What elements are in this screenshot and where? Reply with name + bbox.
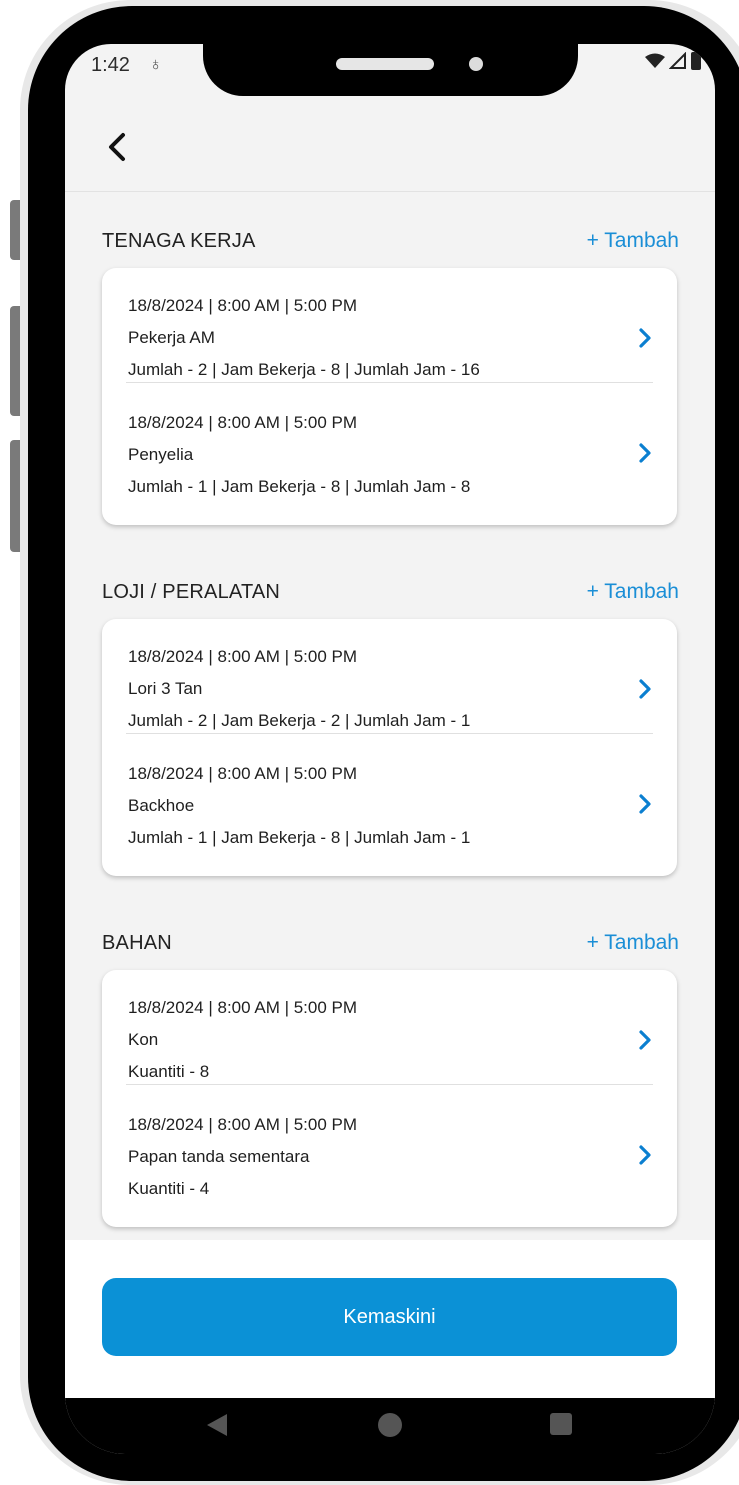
chevron-right-icon[interactable] — [635, 1145, 655, 1165]
item-name: Lori 3 Tan — [128, 679, 203, 698]
item-datetime: 18/8/2024 | 8:00 AM | 5:00 PM — [128, 998, 358, 1017]
item-datetime: 18/8/2024 | 8:00 AM | 5:00 PM — [128, 764, 358, 783]
chevron-right-icon[interactable] — [635, 679, 655, 699]
list-item[interactable]: 18/8/2024 | 8:00 AM | 5:00 PM Kon Kuanti… — [126, 970, 653, 1084]
battery-icon — [691, 52, 701, 70]
list-item[interactable]: 18/8/2024 | 8:00 AM | 5:00 PM Pekerja AM… — [126, 268, 653, 382]
item-name: Papan tanda sementara — [128, 1147, 310, 1166]
chevron-right-icon[interactable] — [635, 328, 655, 348]
system-nav-bar — [65, 1398, 715, 1454]
add-button[interactable]: + Tambah — [587, 580, 679, 604]
update-button[interactable]: Kemaskini — [102, 1278, 677, 1356]
item-datetime: 18/8/2024 | 8:00 AM | 5:00 PM — [128, 1115, 358, 1134]
item-detail: Jumlah - 1 | Jam Bekerja - 8 | Jumlah Ja… — [128, 477, 471, 496]
volume-down-button — [10, 306, 20, 416]
status-time: 1:42 — [91, 54, 130, 76]
item-detail: Kuantiti - 4 — [128, 1179, 210, 1198]
card: 18/8/2024 | 8:00 AM | 5:00 PM Pekerja AM… — [102, 268, 677, 525]
item-datetime: 18/8/2024 | 8:00 AM | 5:00 PM — [128, 296, 358, 315]
card: 18/8/2024 | 8:00 AM | 5:00 PM Kon Kuanti… — [102, 970, 677, 1227]
item-name: Kon — [128, 1030, 159, 1049]
bottom-action-area: Kemaskini — [65, 1240, 715, 1398]
item-datetime: 18/8/2024 | 8:00 AM | 5:00 PM — [128, 413, 358, 432]
section-title: TENAGA KERJA — [102, 230, 256, 252]
item-detail: Jumlah - 1 | Jam Bekerja - 8 | Jumlah Ja… — [128, 828, 471, 847]
speaker — [336, 58, 434, 70]
chevron-right-icon[interactable] — [635, 443, 655, 463]
power-button — [10, 440, 20, 552]
add-button[interactable]: + Tambah — [587, 229, 679, 253]
list-item[interactable]: 18/8/2024 | 8:00 AM | 5:00 PM Lori 3 Tan… — [126, 619, 653, 733]
item-name: Pekerja AM — [128, 328, 215, 347]
notch — [203, 44, 578, 96]
card: 18/8/2024 | 8:00 AM | 5:00 PM Lori 3 Tan… — [102, 619, 677, 876]
item-name: Backhoe — [128, 796, 195, 815]
list-item[interactable]: 18/8/2024 | 8:00 AM | 5:00 PM Papan tand… — [126, 1084, 653, 1199]
phone-screen: 1:42 ♁ TENAGA KERJA + Tambah 18/8/2024 |… — [65, 44, 715, 1454]
item-datetime: 18/8/2024 | 8:00 AM | 5:00 PM — [128, 647, 358, 666]
item-name: Penyelia — [128, 445, 194, 464]
list-item[interactable]: 18/8/2024 | 8:00 AM | 5:00 PM Backhoe Ju… — [126, 733, 653, 848]
list-item[interactable]: 18/8/2024 | 8:00 AM | 5:00 PM Penyelia J… — [126, 382, 653, 497]
volume-up-button — [10, 200, 20, 260]
section-title: LOJI / PERALATAN — [102, 581, 281, 603]
nav-recents-icon[interactable] — [549, 1412, 573, 1436]
item-detail: Jumlah - 2 | Jam Bekerja - 2 | Jumlah Ja… — [128, 711, 471, 730]
front-camera — [469, 57, 483, 71]
chevron-left-icon[interactable] — [103, 132, 133, 162]
chevron-right-icon[interactable] — [635, 1030, 655, 1050]
nav-home-icon[interactable] — [377, 1412, 403, 1438]
item-detail: Kuantiti - 8 — [128, 1062, 210, 1081]
app-header — [65, 96, 715, 192]
add-button[interactable]: + Tambah — [587, 931, 679, 955]
nav-back-icon[interactable] — [205, 1412, 229, 1438]
status-notification-icon: ♁ — [149, 54, 163, 74]
signal-icon — [669, 52, 686, 69]
wifi-icon — [645, 53, 665, 68]
section-title: BAHAN — [102, 932, 172, 954]
status-icons — [645, 52, 701, 70]
item-detail: Jumlah - 2 | Jam Bekerja - 8 | Jumlah Ja… — [128, 360, 480, 379]
chevron-right-icon[interactable] — [635, 794, 655, 814]
